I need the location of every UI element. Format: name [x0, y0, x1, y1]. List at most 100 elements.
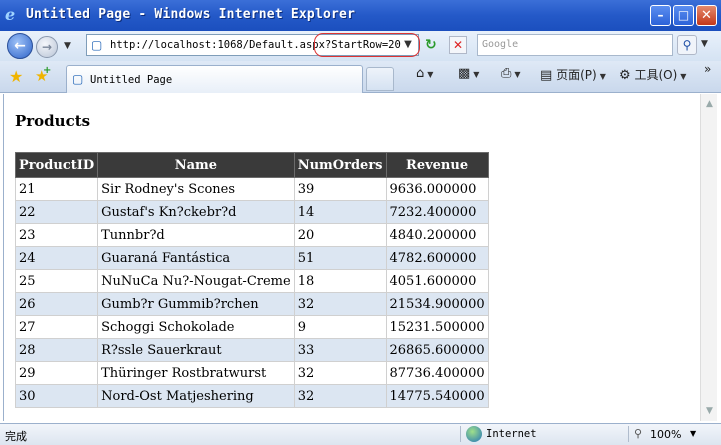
back-button[interactable]: ← [7, 33, 33, 59]
page-favicon-icon: ▢ [91, 38, 103, 52]
tab-bar: ★ ★ + ▢ Untitled Page [0, 61, 721, 93]
home-button[interactable]: ⌂ ▼ [416, 66, 433, 81]
revenue-cell: 7232.400000 [385, 200, 489, 224]
products-table: ProductID Name NumOrders Revenue 21 Sir R… [14, 152, 489, 408]
revenue-cell: 4840.200000 [385, 223, 489, 247]
tab-untitled-page[interactable]: ▢ Untitled Page [66, 65, 363, 93]
revenue-cell: 21534.900000 [385, 292, 489, 316]
table-header-row: ProductID Name NumOrders Revenue [14, 152, 489, 178]
tools-menu-label: 工具(O) [634, 68, 678, 82]
numorders-cell: 39 [293, 177, 387, 201]
zoom-icon[interactable]: ⚲ [634, 427, 642, 440]
table-body: 21 Sir Rodney's Scones 39 9636.000000 22 Gust… [14, 177, 489, 408]
table-row: 23 Tunnbr?d 20 4840.200000 [14, 223, 489, 247]
zoom-level[interactable]: 100% [650, 428, 681, 441]
name-cell: Tunnbr?d [97, 223, 295, 247]
page-menu[interactable]: ▤ 页面(P) ▼ [540, 66, 606, 83]
page-heading: Products [15, 112, 91, 130]
magnifier-icon: ⚲ [682, 38, 692, 52]
feeds-button[interactable]: ▩ ▼ [458, 66, 479, 81]
productid-cell: 23 [14, 223, 99, 247]
table-row: 24 Guaraná Fantástica 51 4782.600000 [14, 246, 489, 270]
productid-cell: 30 [14, 384, 99, 408]
status-bar: 完成 Internet ⚲ 100% ▼ [0, 423, 721, 445]
column-header-revenue: Revenue [385, 152, 489, 178]
numorders-cell: 18 [293, 269, 387, 293]
name-cell: Nord-Ost Matjeshering [97, 384, 295, 408]
maximize-button[interactable]: □ [673, 5, 694, 26]
minimize-button[interactable]: – [650, 5, 671, 26]
security-zone-label: Internet [486, 428, 537, 440]
numorders-cell: 51 [293, 246, 387, 270]
more-commands-chevron[interactable]: » [704, 62, 711, 76]
favorites-star-icon[interactable]: ★ [9, 67, 23, 86]
name-cell: R?ssle Sauerkraut [97, 338, 295, 362]
table-row: 22 Gustaf's Kn?ckebr?d 14 7232.400000 [14, 200, 489, 224]
table-row: 26 Gumb?r Gummib?rchen 32 21534.900000 [14, 292, 489, 316]
productid-cell: 22 [14, 200, 99, 224]
numorders-cell: 32 [293, 361, 387, 385]
gear-icon: ⚙ [619, 68, 631, 83]
print-button[interactable]: ⎙ ▼ [501, 66, 521, 81]
productid-cell: 26 [14, 292, 99, 316]
revenue-cell: 26865.600000 [385, 338, 489, 362]
new-tab-button[interactable] [366, 67, 394, 91]
productid-cell: 27 [14, 315, 99, 339]
zoom-dropdown-icon[interactable]: ▼ [690, 429, 696, 438]
search-input[interactable]: Google [477, 34, 673, 56]
numorders-cell: 32 [293, 384, 387, 408]
title-bar: e Untitled Page - Windows Internet Explo… [0, 0, 721, 31]
back-arrow-icon: ← [14, 38, 26, 54]
close-button[interactable]: ✕ [696, 5, 717, 26]
tab-favicon-icon: ▢ [72, 72, 84, 86]
numorders-cell: 20 [293, 223, 387, 247]
add-favorite-icon[interactable]: ★ + [35, 65, 51, 85]
tools-menu[interactable]: ⚙ 工具(O) ▼ [619, 66, 686, 83]
status-divider [628, 426, 629, 442]
history-dropdown-icon[interactable]: ▼ [64, 41, 71, 51]
revenue-cell: 87736.400000 [385, 361, 489, 385]
page-menu-label: 页面(P) [556, 68, 597, 82]
productid-cell: 28 [14, 338, 99, 362]
numorders-cell: 14 [293, 200, 387, 224]
name-cell: NuNuCa Nu?-Nougat-Creme [97, 269, 295, 293]
forward-arrow-icon: → [41, 40, 53, 54]
table-row: 28 R?ssle Sauerkraut 33 26865.600000 [14, 338, 489, 362]
table-row: 29 Thüringer Rostbratwurst 32 87736.400000 [14, 361, 489, 385]
search-placeholder: Google [482, 39, 519, 50]
home-icon: ⌂ [416, 66, 425, 81]
search-dropdown-icon[interactable]: ▼ [701, 39, 708, 49]
productid-cell: 25 [14, 269, 99, 293]
numorders-cell: 33 [293, 338, 387, 362]
revenue-cell: 4051.600000 [385, 269, 489, 293]
numorders-cell: 32 [293, 292, 387, 316]
vertical-scrollbar[interactable]: ▲ ▼ [700, 94, 717, 421]
name-cell: Gumb?r Gummib?rchen [97, 292, 295, 316]
forward-button[interactable]: → [36, 36, 58, 58]
url-highlight-annotation [314, 33, 420, 57]
scroll-up-icon[interactable]: ▲ [702, 96, 717, 112]
status-divider [460, 426, 461, 442]
revenue-cell: 9636.000000 [385, 177, 489, 201]
productid-cell: 21 [14, 177, 99, 201]
search-button[interactable]: ⚲ [677, 35, 697, 55]
revenue-cell: 4782.600000 [385, 246, 489, 270]
name-cell: Sir Rodney's Scones [97, 177, 295, 201]
revenue-cell: 14775.540000 [385, 384, 489, 408]
internet-zone-icon [466, 426, 482, 442]
refresh-icon[interactable]: ↻ [425, 37, 441, 53]
print-icon: ⎙ [501, 66, 512, 81]
window-title: Untitled Page - Windows Internet Explore… [26, 7, 356, 22]
table-row: 30 Nord-Ost Matjeshering 32 14775.540000 [14, 384, 489, 408]
stop-icon[interactable]: ✕ [449, 36, 467, 54]
table-row: 21 Sir Rodney's Scones 39 9636.000000 [14, 177, 489, 201]
feeds-icon: ▩ [458, 66, 471, 81]
name-cell: Thüringer Rostbratwurst [97, 361, 295, 385]
column-header-productid: ProductID [14, 152, 99, 178]
scroll-down-icon[interactable]: ▼ [702, 403, 717, 419]
table-row: 25 NuNuCa Nu?-Nougat-Creme 18 4051.600000 [14, 269, 489, 293]
status-text: 完成 [5, 430, 27, 443]
name-cell: Gustaf's Kn?ckebr?d [97, 200, 295, 224]
page-icon: ▤ [540, 68, 553, 83]
numorders-cell: 9 [293, 315, 387, 339]
